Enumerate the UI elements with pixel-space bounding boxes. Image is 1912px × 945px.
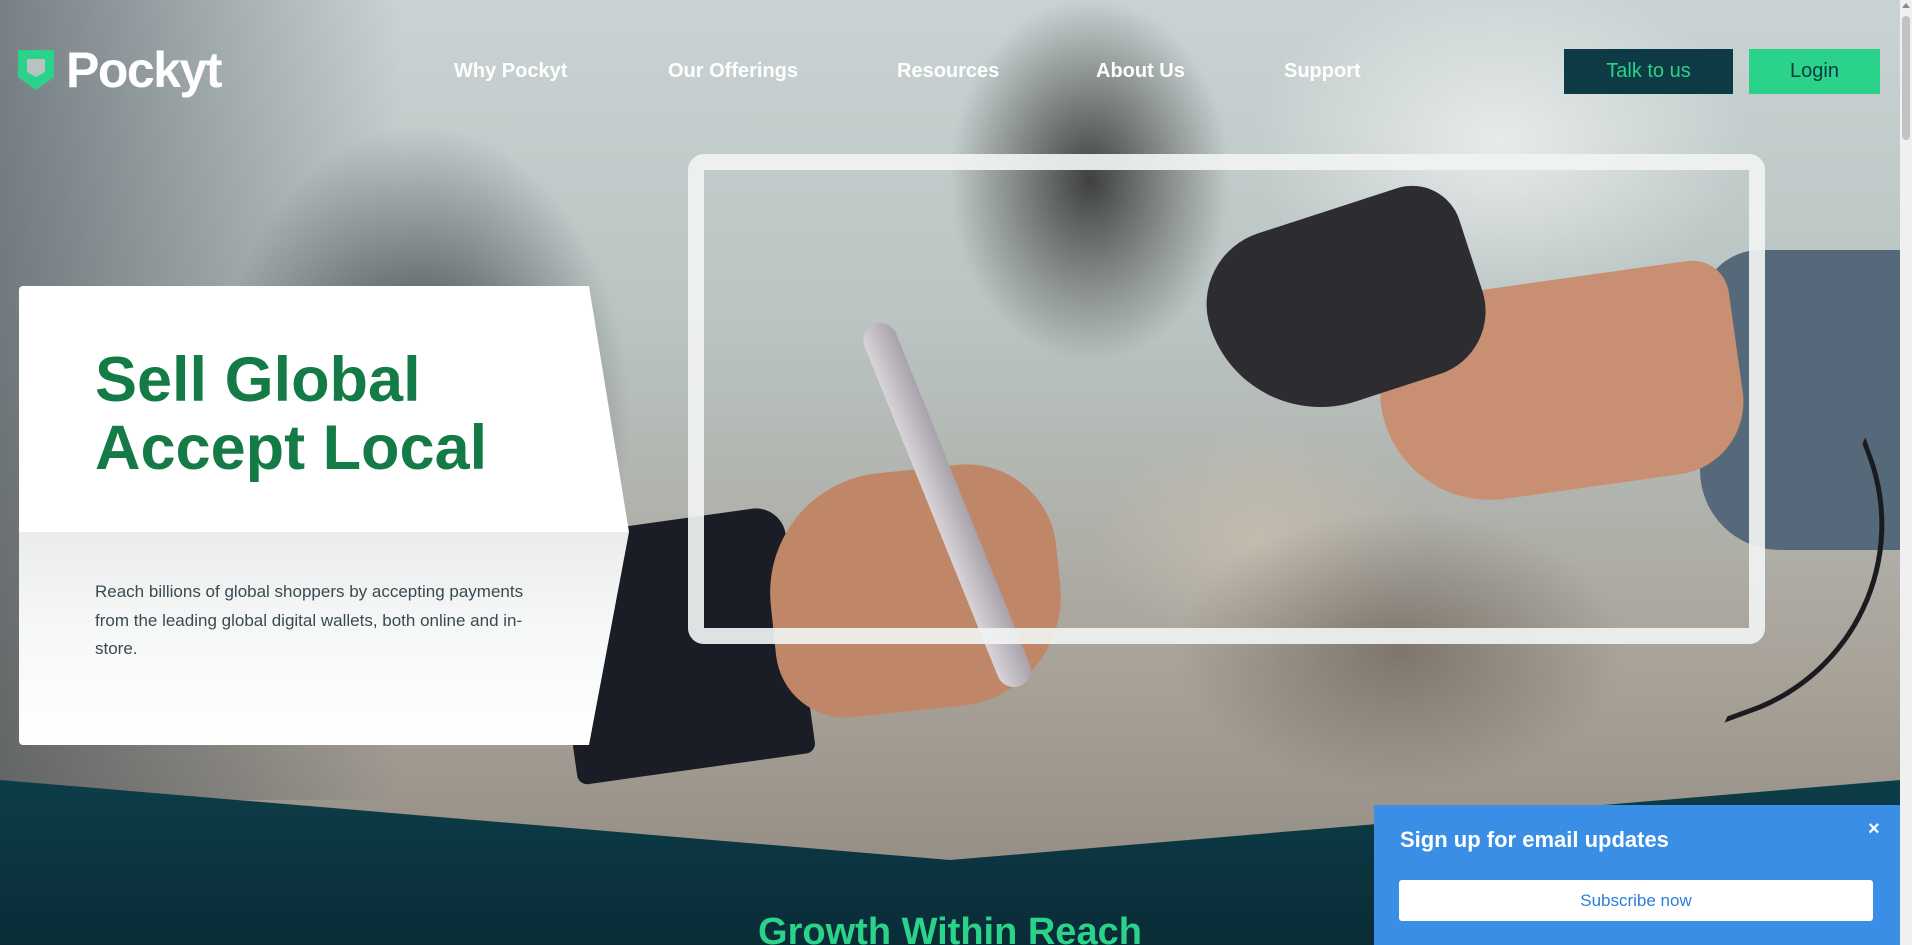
- pocket-shield-icon: [18, 50, 54, 90]
- site-logo[interactable]: Pockyt: [18, 42, 222, 98]
- popup-title: Sign up for email updates: [1400, 827, 1669, 852]
- nav-about-us[interactable]: About Us: [1096, 60, 1185, 83]
- email-signup-popup: Sign up for email updates × Subscribe no…: [1374, 805, 1900, 945]
- nav-why-pockyt[interactable]: Why Pockyt: [454, 60, 567, 83]
- hero-title-line-1: Sell Global: [95, 345, 421, 415]
- close-icon[interactable]: ×: [1868, 819, 1880, 839]
- nav-support[interactable]: Support: [1284, 60, 1361, 83]
- logo-text: Pockyt: [66, 42, 222, 98]
- talk-to-us-button[interactable]: Talk to us: [1564, 49, 1733, 94]
- hero-description: Reach billions of global shoppers by acc…: [95, 582, 524, 658]
- nav-resources[interactable]: Resources: [897, 60, 999, 83]
- scrollbar-thumb[interactable]: [1902, 16, 1910, 140]
- hero-title-line-2: Accept Local: [95, 413, 488, 483]
- hero-title: Sell Global Accept Local: [95, 346, 487, 482]
- login-button[interactable]: Login: [1749, 49, 1880, 94]
- nav-our-offerings[interactable]: Our Offerings: [668, 60, 798, 83]
- scroll-up-icon[interactable]: [1902, 3, 1910, 8]
- hero-frame-outline: [688, 154, 1765, 644]
- subscribe-button[interactable]: Subscribe now: [1399, 880, 1873, 921]
- page-scrollbar[interactable]: [1900, 0, 1912, 945]
